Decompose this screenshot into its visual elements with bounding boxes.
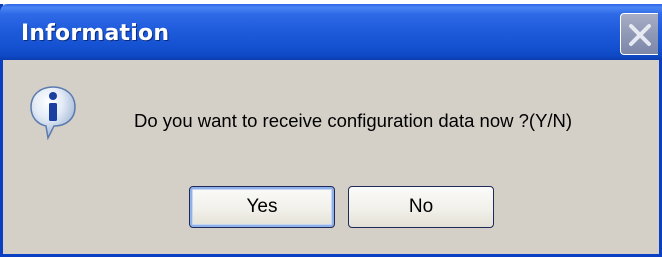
yes-button[interactable]: Yes xyxy=(189,186,335,228)
no-button[interactable]: No xyxy=(348,186,494,228)
close-button[interactable] xyxy=(620,13,658,55)
dialog-title: Information xyxy=(21,21,170,46)
title-bar[interactable]: Information xyxy=(0,4,662,60)
dialog-body: Do you want to receive configuration dat… xyxy=(3,60,659,254)
information-dialog: Information Do you want to receive confi… xyxy=(0,4,662,257)
dialog-message: Do you want to receive configuration dat… xyxy=(134,110,573,131)
information-icon xyxy=(28,84,78,141)
